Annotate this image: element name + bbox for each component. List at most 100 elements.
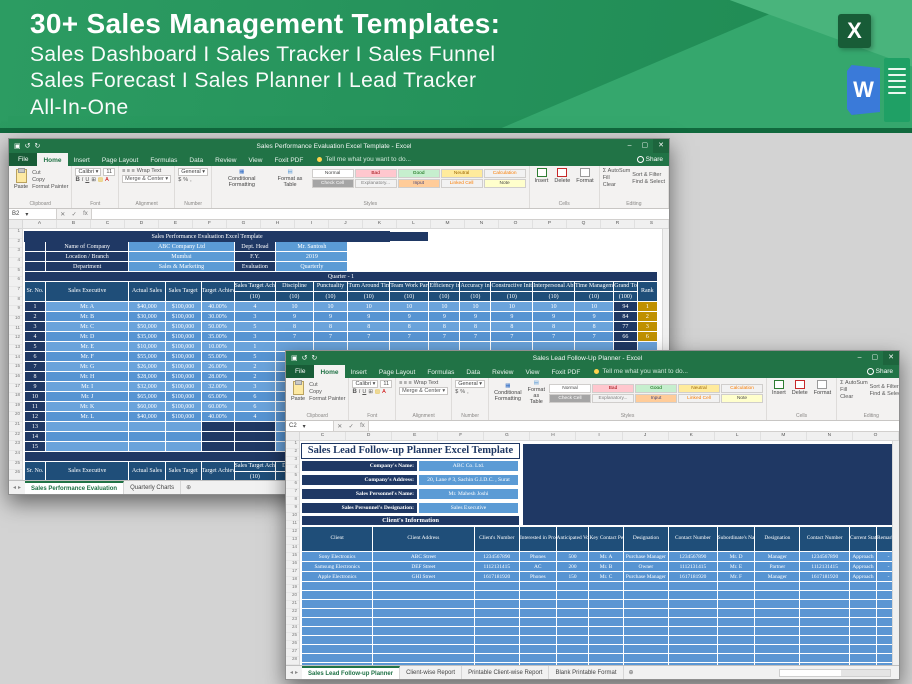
cell[interactable]: 7 [533, 332, 575, 342]
bold-button[interactable]: B [352, 389, 356, 395]
cell[interactable]: Mr. E [717, 562, 755, 572]
cell[interactable] [717, 636, 755, 645]
cell[interactable] [623, 663, 669, 666]
cell[interactable]: Mr. E [45, 342, 129, 352]
cell[interactable]: 26.00% [201, 362, 234, 372]
style-chip-good[interactable]: Good [398, 169, 440, 178]
style-chip-neutral[interactable]: Neutral [441, 169, 483, 178]
minimize-icon[interactable]: – [853, 351, 867, 365]
cell[interactable]: $10,000 [129, 342, 165, 352]
cell[interactable] [850, 618, 877, 627]
cell[interactable]: Mr. H [45, 372, 129, 382]
column-header-M[interactable]: M [761, 432, 807, 440]
column-header-C[interactable]: C [300, 432, 346, 440]
cell[interactable] [589, 636, 623, 645]
italic-button[interactable]: I [359, 389, 361, 395]
cell[interactable] [876, 627, 892, 636]
cell[interactable]: 8 [313, 322, 348, 332]
percent-button[interactable]: % [460, 389, 465, 395]
cell[interactable]: 10 [460, 302, 491, 312]
cell[interactable]: Manager [755, 552, 800, 562]
cell[interactable]: 50.00% [201, 322, 234, 332]
quick-access-toolbar[interactable]: ▣ ↺ ↻ [9, 143, 45, 150]
style-chip-input[interactable]: Input [398, 179, 440, 188]
save-icon[interactable]: ▣ [291, 355, 298, 362]
cell[interactable] [876, 618, 892, 627]
info-value[interactable]: Sales Executive [418, 502, 519, 514]
info-value[interactable]: Mumbai [129, 252, 234, 262]
cell[interactable] [373, 654, 474, 663]
cell[interactable] [876, 600, 892, 609]
cell[interactable]: 7 [429, 332, 460, 342]
cell[interactable] [556, 618, 589, 627]
row-header[interactable]: 7 [286, 489, 299, 497]
column-header-H[interactable]: H [530, 432, 576, 440]
ribbon-tab-page-layout[interactable]: Page Layout [96, 153, 145, 166]
font-name-combo[interactable]: Calibri ▾ [352, 380, 378, 388]
cell[interactable] [876, 582, 892, 591]
cell[interactable]: 7 [460, 332, 491, 342]
cells-buttons[interactable]: InsertDeleteFormat [770, 380, 833, 396]
cell[interactable]: $100,000 [165, 332, 201, 342]
cell[interactable] [474, 582, 520, 591]
cell[interactable] [234, 422, 276, 432]
add-sheet-button[interactable]: ⊕ [181, 481, 196, 494]
cell[interactable] [623, 609, 669, 618]
ribbon-tab-file[interactable]: File [286, 365, 314, 378]
cell[interactable]: 10 [574, 302, 613, 312]
cell[interactable]: $100,000 [165, 312, 201, 322]
cell[interactable]: 10 [533, 302, 575, 312]
sheet-tabs[interactable]: Sales Lead Follow-up PlannerClient-wise … [302, 666, 623, 679]
cell[interactable]: Purchase Manager [623, 552, 669, 562]
cell[interactable] [850, 609, 877, 618]
info-value[interactable]: ABC Company Ltd [129, 242, 234, 252]
cell[interactable] [755, 591, 800, 600]
cell[interactable]: 13 [25, 422, 46, 432]
cell-styles-gallery[interactable]: NormalBadGoodNeutralCalculationCheck Cel… [312, 169, 526, 188]
cell[interactable] [474, 645, 520, 654]
underline-button[interactable]: U [362, 389, 366, 395]
cell[interactable] [165, 422, 201, 432]
sheet-tab-client-wise-report[interactable]: Client-wise Report [400, 666, 462, 679]
cell[interactable] [876, 609, 892, 618]
cell[interactable] [45, 432, 129, 442]
format-painter-button[interactable]: Format Painter [309, 396, 345, 402]
cell[interactable] [717, 582, 755, 591]
cell[interactable]: 12 [25, 412, 46, 422]
cell[interactable]: $100,000 [165, 362, 201, 372]
cell[interactable] [800, 600, 850, 609]
cell[interactable] [589, 618, 623, 627]
find-select-button[interactable]: Find & Select [870, 391, 899, 397]
cell[interactable]: $28,000 [129, 372, 165, 382]
cell[interactable]: $30,000 [129, 312, 165, 322]
font-color-button[interactable]: A [105, 177, 109, 183]
cell[interactable]: 200 [556, 562, 589, 572]
cell[interactable]: 4 [234, 412, 276, 422]
cell[interactable]: 10 [429, 302, 460, 312]
cell[interactable] [717, 663, 755, 666]
font-name-combo[interactable]: Calibri ▾ [75, 168, 101, 176]
delete-cells-button[interactable]: Delete [790, 380, 810, 396]
italic-button[interactable]: I [82, 177, 84, 183]
cell[interactable]: 32.00% [201, 382, 234, 392]
style-chip-explanatory-[interactable]: Explanatory... [355, 179, 397, 188]
cell[interactable] [302, 582, 373, 591]
cell[interactable]: 1234567890 [669, 552, 718, 562]
cell[interactable] [669, 627, 718, 636]
share-button[interactable]: Share [637, 153, 669, 166]
cell[interactable]: 6 [25, 352, 46, 362]
cell[interactable]: 8 [574, 322, 613, 332]
column-header-N[interactable]: N [465, 220, 499, 228]
cell[interactable]: 28.00% [201, 372, 234, 382]
sheet-nav-arrows[interactable]: ◂▸ [9, 481, 25, 494]
cell[interactable]: $100,000 [165, 412, 201, 422]
cell[interactable]: $100,000 [165, 352, 201, 362]
clear-button[interactable]: Clear [840, 394, 868, 400]
sheet-tabs[interactable]: Sales Performance EvaluationQuarterly Ch… [25, 481, 181, 494]
cell[interactable] [850, 582, 877, 591]
copy-button[interactable]: Copy [309, 389, 345, 395]
fill-button[interactable]: Fill [603, 175, 631, 181]
column-header-Q[interactable]: Q [567, 220, 601, 228]
cell[interactable]: Phones [520, 572, 557, 582]
cell[interactable] [755, 663, 800, 666]
